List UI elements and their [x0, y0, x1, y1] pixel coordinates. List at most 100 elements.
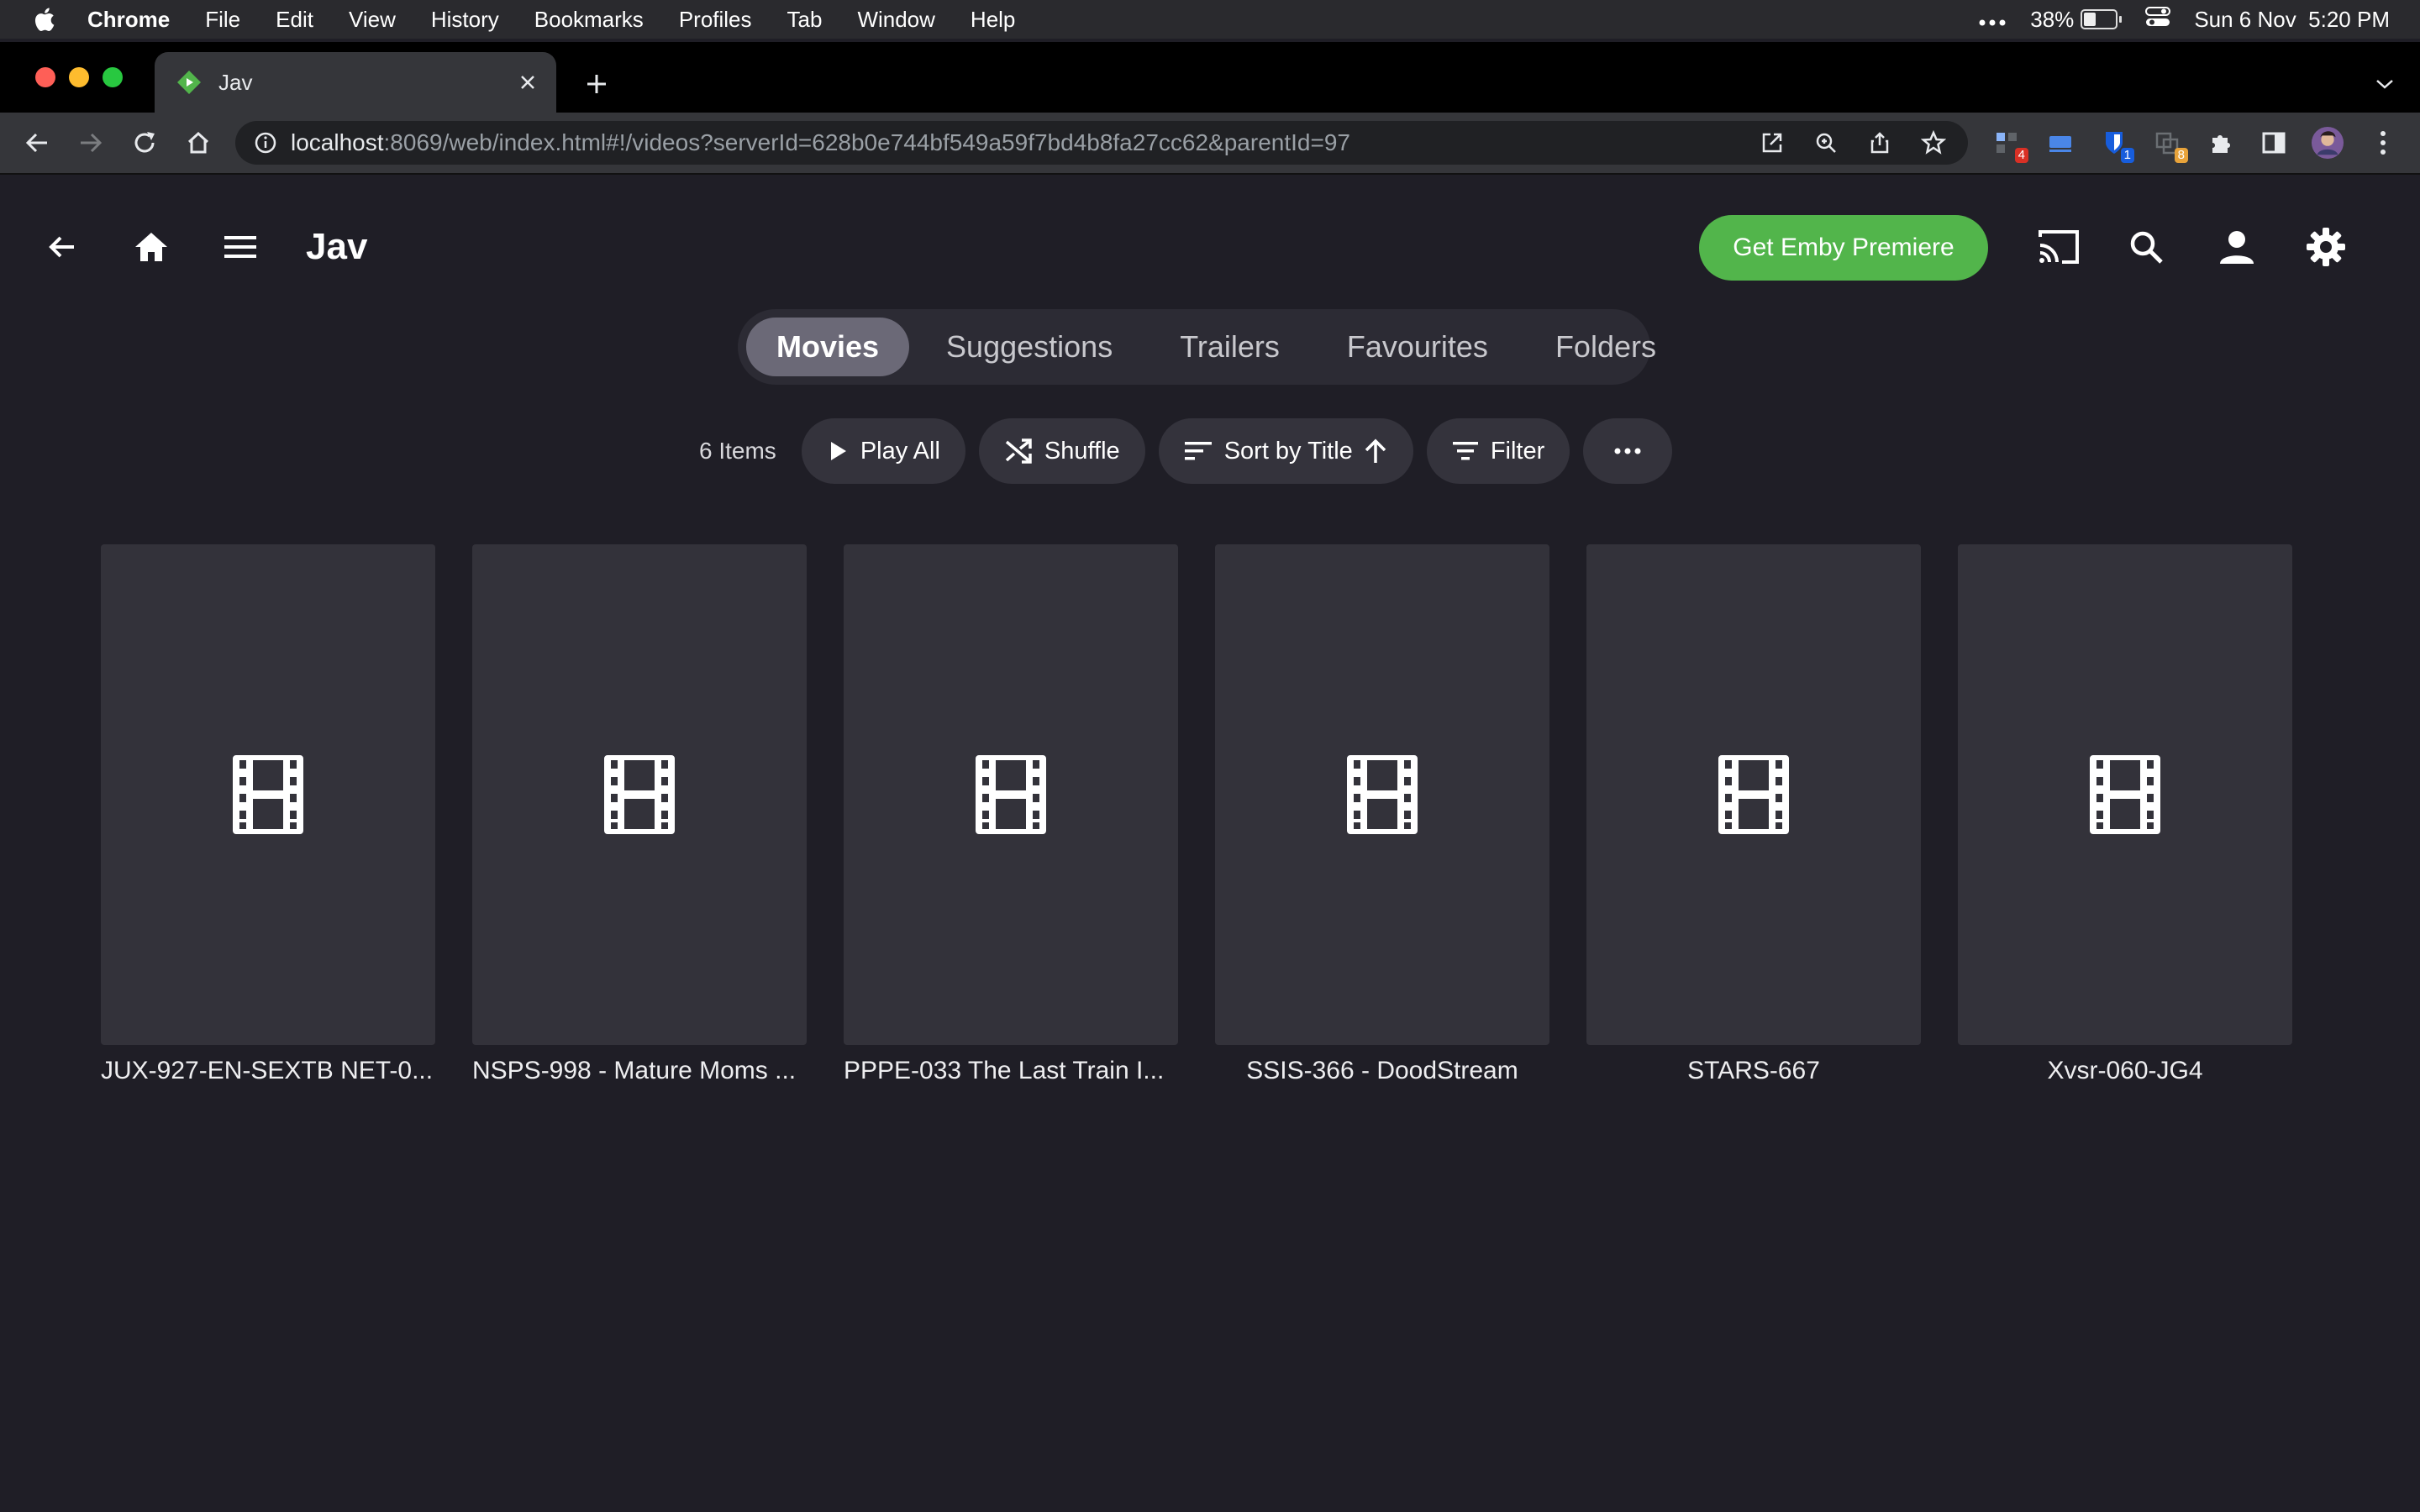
shuffle-label: Shuffle — [1044, 437, 1120, 465]
movie-card[interactable]: Xvsr-060-JG4 — [1958, 544, 2292, 1085]
control-center-icon[interactable] — [2145, 6, 2171, 34]
filter-button[interactable]: Filter — [1426, 418, 1570, 484]
tab-movies[interactable]: Movies — [746, 318, 910, 376]
zoom-icon[interactable] — [1812, 129, 1840, 157]
menu-profiles[interactable]: Profiles — [679, 7, 752, 33]
play-all-button[interactable]: Play All — [801, 418, 965, 484]
film-strip-icon — [233, 755, 303, 834]
search-icon[interactable] — [2123, 223, 2170, 270]
battery-status[interactable]: 38% — [2030, 6, 2123, 33]
user-icon[interactable] — [2213, 223, 2260, 270]
film-strip-icon — [604, 755, 675, 834]
extension-monitor-icon[interactable] — [2044, 126, 2077, 160]
movie-title[interactable]: Xvsr-060-JG4 — [1958, 1057, 2292, 1085]
sort-ascending-arrow-icon — [1365, 438, 1386, 463]
sort-label: Sort by Title — [1223, 437, 1353, 465]
hamburger-menu-icon[interactable] — [217, 223, 264, 270]
tab-close-icon[interactable] — [511, 66, 544, 99]
menu-file[interactable]: File — [205, 7, 240, 33]
side-panel-icon[interactable] — [2257, 126, 2291, 160]
movie-poster-placeholder[interactable] — [472, 544, 807, 1045]
chrome-menu-icon[interactable] — [2366, 126, 2400, 160]
extension-tabs-icon[interactable]: 8 — [2151, 126, 2188, 163]
macos-menu-bar: Chrome File Edit View History Bookmarks … — [0, 0, 2420, 39]
more-menu-icon[interactable] — [1978, 7, 2007, 33]
battery-percent: 38% — [2030, 6, 2075, 32]
movie-title[interactable]: SSIS-366 - DoodStream — [1215, 1057, 1549, 1085]
movie-title[interactable]: JUX-927-EN-SEXTB NET-0... — [101, 1057, 435, 1085]
battery-icon — [2081, 9, 2118, 29]
menu-window[interactable]: Window — [857, 7, 934, 33]
movie-card[interactable]: PPPE-033 The Last Train I... — [844, 544, 1178, 1085]
movie-title[interactable]: STARS-667 — [1586, 1057, 1921, 1085]
forward-arrow-icon[interactable] — [74, 126, 108, 160]
play-icon — [830, 442, 846, 460]
menu-app-name[interactable]: Chrome — [87, 7, 170, 33]
window-minimize-button[interactable] — [69, 67, 89, 87]
tab-trailers[interactable]: Trailers — [1150, 318, 1310, 376]
home-icon[interactable] — [128, 223, 175, 270]
menu-history[interactable]: History — [431, 7, 499, 33]
address-bar[interactable]: localhost:8069/web/index.html#!/videos?s… — [235, 121, 1968, 165]
reload-icon[interactable] — [128, 126, 161, 160]
back-arrow-icon[interactable] — [20, 126, 54, 160]
tab-title: Jav — [218, 69, 253, 95]
home-icon[interactable] — [182, 126, 215, 160]
more-options-button[interactable] — [1583, 418, 1673, 484]
back-icon[interactable] — [39, 223, 86, 270]
tab-folders[interactable]: Folders — [1525, 318, 1686, 376]
movie-poster-placeholder[interactable] — [1215, 544, 1549, 1045]
extension-badge: 1 — [2120, 148, 2134, 163]
bitwarden-icon[interactable]: 1 — [2097, 126, 2134, 163]
site-info-icon[interactable] — [252, 129, 279, 156]
window-zoom-button[interactable] — [103, 67, 123, 87]
emby-favicon-icon — [176, 70, 202, 95]
tab-search-chevron-icon[interactable] — [2368, 67, 2402, 101]
page-title: Jav — [306, 226, 368, 267]
menubar-datetime[interactable]: Sun 6 Nov 5:20 PM — [2194, 7, 2390, 33]
tab-suggestions[interactable]: Suggestions — [916, 318, 1143, 376]
tab-favourites[interactable]: Favourites — [1317, 318, 1518, 376]
menu-view[interactable]: View — [349, 7, 396, 33]
movie-title[interactable]: NSPS-998 - Mature Moms ... — [472, 1057, 807, 1085]
bookmark-star-icon[interactable] — [1919, 129, 1948, 157]
open-in-app-icon[interactable] — [1758, 129, 1786, 157]
more-horizontal-icon — [1614, 448, 1641, 454]
menu-help[interactable]: Help — [971, 7, 1015, 33]
movie-grid: JUX-927-EN-SEXTB NET-0... NSPS-998 - Mat… — [101, 544, 2292, 1085]
movie-poster-placeholder[interactable] — [844, 544, 1178, 1045]
film-strip-icon — [1718, 755, 1789, 834]
movie-poster-placeholder[interactable] — [1958, 544, 2292, 1045]
extensions-puzzle-icon[interactable] — [2205, 126, 2238, 160]
extension-badge: 4 — [2014, 148, 2028, 163]
share-icon[interactable] — [1865, 129, 1894, 157]
movie-card[interactable]: JUX-927-EN-SEXTB NET-0... — [101, 544, 435, 1085]
shuffle-button[interactable]: Shuffle — [978, 418, 1145, 484]
menu-tab[interactable]: Tab — [787, 7, 823, 33]
menu-bookmarks[interactable]: Bookmarks — [534, 7, 644, 33]
url-host: localhost — [291, 129, 384, 155]
movie-poster-placeholder[interactable] — [1586, 544, 1921, 1045]
window-close-button[interactable] — [35, 67, 55, 87]
action-bar: 6 Items Play All Shuffle Sort by Title F… — [699, 418, 1686, 484]
menu-edit[interactable]: Edit — [276, 7, 313, 33]
movie-card[interactable]: SSIS-366 - DoodStream — [1215, 544, 1549, 1085]
film-strip-icon — [2090, 755, 2160, 834]
play-all-label: Play All — [860, 437, 940, 465]
sort-button[interactable]: Sort by Title — [1158, 418, 1413, 484]
film-strip-icon — [1347, 755, 1418, 834]
profile-avatar[interactable] — [2311, 126, 2344, 160]
url-text[interactable]: localhost:8069/web/index.html#!/videos?s… — [291, 129, 1350, 156]
movie-card[interactable]: STARS-667 — [1586, 544, 1921, 1085]
browser-tab-active[interactable]: Jav — [155, 52, 556, 113]
movie-poster-placeholder[interactable] — [101, 544, 435, 1045]
get-premiere-button[interactable]: Get Emby Premiere — [1699, 215, 1988, 281]
cast-icon[interactable] — [2035, 223, 2082, 270]
movie-title[interactable]: PPPE-033 The Last Train I... — [844, 1057, 1178, 1085]
apple-logo-icon[interactable] — [32, 4, 57, 34]
settings-gear-icon[interactable] — [2302, 223, 2349, 270]
item-count: 6 Items — [699, 438, 776, 464]
extension-grid-icon[interactable]: 4 — [1991, 126, 2028, 163]
new-tab-icon[interactable] — [580, 67, 613, 101]
movie-card[interactable]: NSPS-998 - Mature Moms ... — [472, 544, 807, 1085]
